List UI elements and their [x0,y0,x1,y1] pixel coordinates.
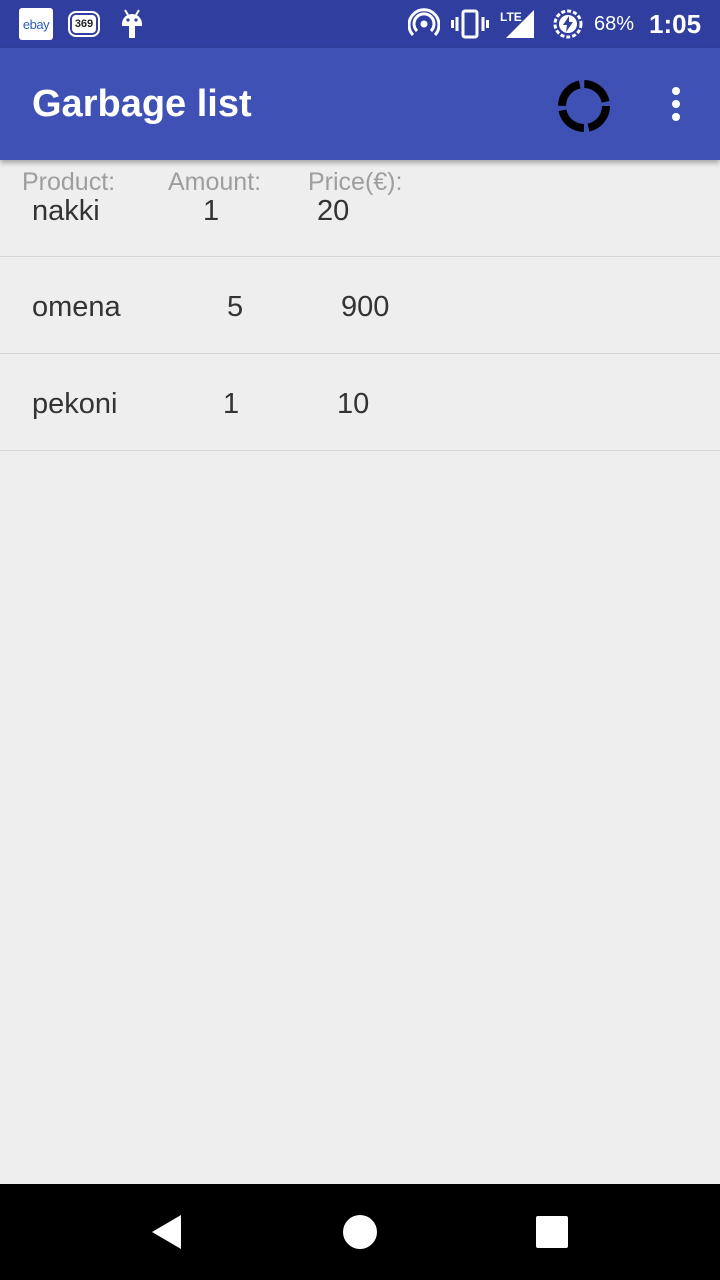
android-icon [116,0,148,48]
overflow-menu-icon[interactable] [652,76,700,132]
lte-signal-icon: LTE [496,0,540,48]
list-item[interactable]: omena 5 900 [0,257,720,354]
product-price: 900 [341,291,390,323]
product-amount: 1 [203,195,220,227]
lte-label: LTE [500,10,522,24]
vibrate-icon [450,0,490,48]
badge-369-label: 369 [68,11,100,37]
ebay-icon: ebay [18,0,54,48]
battery-charging-icon [548,0,588,48]
app-bar: Garbage list [0,48,720,160]
product-name: omena [32,291,121,323]
product-name: nakki [32,195,100,227]
back-icon[interactable] [120,1184,216,1280]
clock: 1:05 [649,8,702,39]
product-price: 10 [337,388,370,420]
list-item[interactable]: nakki 1 20 [0,160,720,257]
ebay-label: ebay [19,8,53,40]
product-name: pekoni [32,388,118,420]
page-title: Garbage list [32,82,252,125]
loading-spinner-icon [552,74,616,138]
home-icon[interactable] [312,1184,408,1280]
navigation-bar [0,1184,720,1280]
hotspot-icon [406,0,442,48]
badge-369-icon: 369 [66,0,102,48]
product-amount: 1 [223,388,240,420]
product-amount: 5 [227,291,244,323]
product-price: 20 [317,195,350,227]
recents-icon[interactable] [504,1184,600,1280]
status-bar: ebay 369 LTE 68% 1:05 [0,0,720,48]
list-item[interactable]: pekoni 1 10 [0,354,720,451]
battery-percent: 68% [594,12,635,35]
